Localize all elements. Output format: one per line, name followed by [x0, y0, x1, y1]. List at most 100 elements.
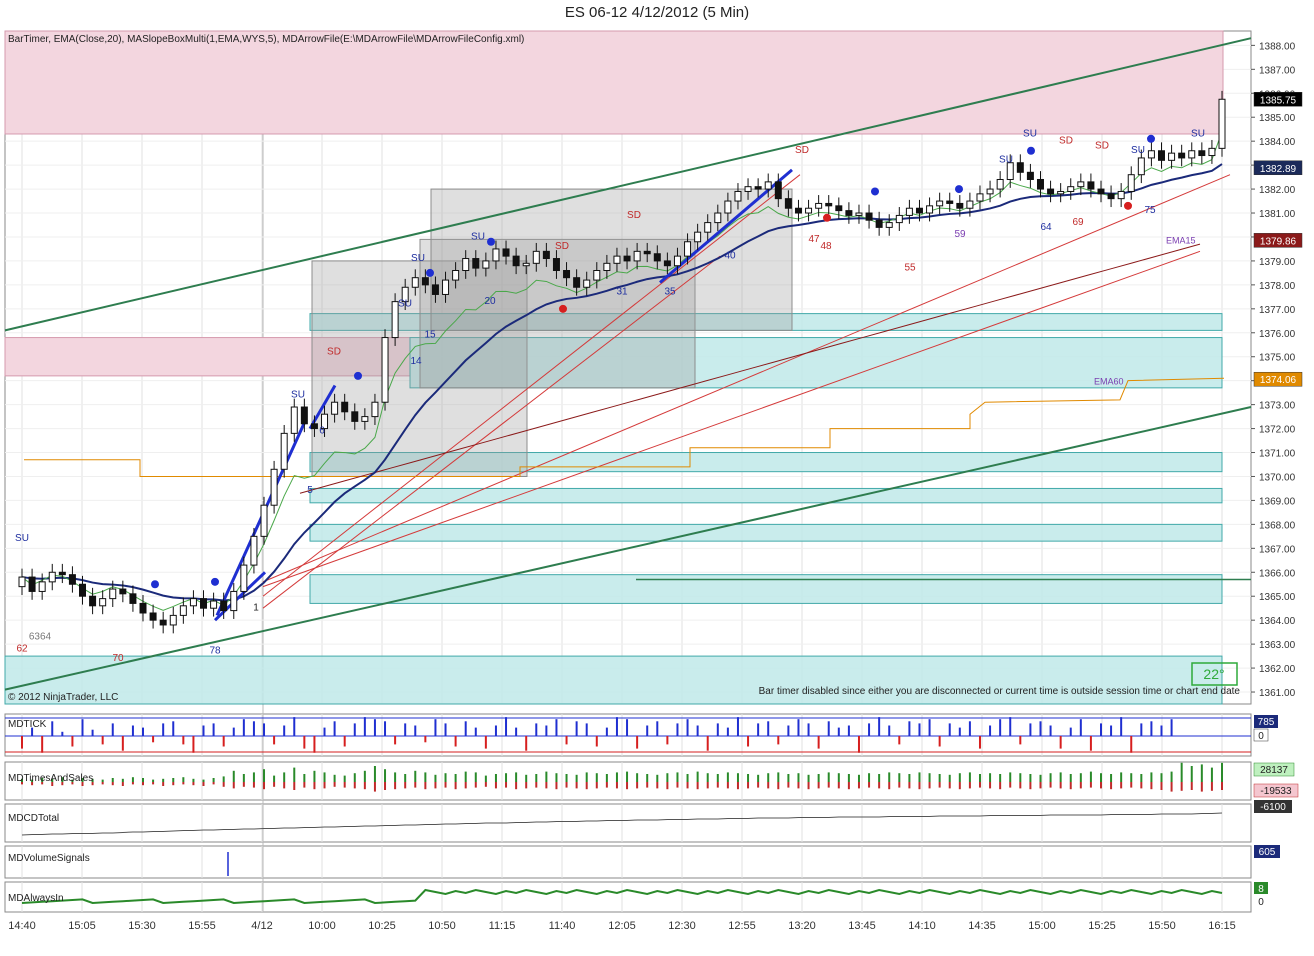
candle	[381, 329, 389, 411]
candle-body	[482, 260, 490, 269]
copyright-text: © 2012 NinjaTrader, LLC	[8, 692, 118, 703]
swing-dot	[1124, 201, 1132, 210]
candle-body	[290, 406, 298, 434]
candle-body	[79, 583, 87, 597]
candle-body	[885, 222, 893, 228]
candle-body	[200, 598, 208, 609]
candle-body	[331, 401, 339, 415]
candle-body	[300, 406, 308, 425]
bar-count-label: 20	[484, 296, 496, 307]
x-tick-label: 15:05	[68, 920, 96, 932]
candle-body	[310, 423, 318, 430]
price-marker-label: 1385.75	[1260, 95, 1297, 106]
candle-body	[895, 214, 903, 224]
y-tick-label: 1378.00	[1259, 281, 1296, 292]
candle-body	[129, 593, 137, 604]
candle-body	[1097, 188, 1105, 195]
candle-body	[946, 200, 954, 204]
candle-body	[48, 571, 56, 583]
swing-dot	[151, 580, 159, 589]
x-tick-label: 13:20	[788, 920, 816, 932]
bar-count-label: 78	[209, 646, 221, 657]
ema15-label: EMA15	[1166, 235, 1196, 245]
y-tick-label: 1384.00	[1259, 137, 1296, 148]
bar-count-label: 48	[820, 241, 832, 252]
bar-count-label: 59	[954, 229, 966, 240]
swing-label: SU	[471, 231, 485, 242]
y-tick-label: 1373.00	[1259, 401, 1296, 412]
swing-label: SU	[999, 155, 1013, 166]
candle-body	[926, 205, 934, 214]
x-tick-label: 15:50	[1148, 920, 1176, 932]
candle-body	[583, 279, 591, 288]
candle-body	[381, 337, 389, 403]
candle-body	[694, 231, 702, 243]
candle-body	[280, 432, 288, 470]
bar-count-label: 1	[253, 603, 259, 614]
y-tick-label: 1377.00	[1259, 305, 1296, 316]
candle-body	[230, 590, 238, 612]
candle-body	[512, 255, 520, 267]
candle-body	[1107, 193, 1115, 200]
bar-count-label: 69	[1072, 217, 1084, 228]
candle-body	[361, 416, 369, 422]
ema60-label: EMA60	[1094, 377, 1124, 387]
candle-body	[1137, 157, 1145, 176]
x-tick-label: 15:25	[1088, 920, 1116, 932]
candle-body	[1057, 190, 1065, 195]
candle-body	[1077, 181, 1085, 188]
candle-body	[179, 605, 187, 616]
candle-body	[1087, 181, 1095, 190]
indicator-header: BarTimer, EMA(Close,20), MASlopeBoxMulti…	[8, 34, 524, 45]
candle-body	[1188, 150, 1196, 159]
value-marker-label: 0	[1258, 731, 1264, 742]
x-tick-label: 16:15	[1208, 920, 1236, 932]
x-tick-label: 15:30	[128, 920, 156, 932]
candle-body	[704, 222, 712, 233]
price-marker-label: 1379.86	[1260, 236, 1297, 247]
candle-body	[603, 262, 611, 272]
swing-dot	[1027, 146, 1035, 155]
y-tick-label: 1371.00	[1259, 449, 1296, 460]
candle-body	[613, 255, 621, 264]
price-marker-label: 1382.89	[1260, 164, 1297, 175]
candle-body	[502, 248, 510, 257]
panel-frame	[4, 803, 1252, 843]
candle-body	[411, 277, 419, 288]
candle-body	[1067, 186, 1075, 192]
price-marker-label: 1374.06	[1260, 375, 1297, 386]
angle-label: 22°	[1203, 666, 1224, 682]
chart-window: ES 06-12 4/12/2012 (5 Min) 14:40 15:05 15:…	[0, 0, 1314, 956]
candle-body	[552, 258, 560, 272]
candle-body	[169, 614, 177, 626]
resistance-zone	[4, 30, 1224, 135]
candle-body	[905, 207, 913, 216]
candle-body	[89, 595, 97, 607]
candle-body	[764, 181, 772, 190]
candle-body	[633, 250, 641, 262]
candle-body	[1147, 150, 1155, 159]
x-tick-label: 10:50	[428, 920, 456, 932]
y-tick-label: 1387.00	[1259, 65, 1296, 76]
x-tick-label: 10:00	[308, 920, 336, 932]
swing-dot	[426, 268, 434, 277]
candle-body	[573, 277, 581, 288]
x-tick-label: 14:10	[908, 920, 936, 932]
y-tick-label: 1364.00	[1259, 616, 1296, 627]
candle-body	[996, 178, 1004, 190]
candle-body	[68, 574, 76, 585]
y-tick-label: 1388.00	[1259, 41, 1296, 52]
y-tick-label: 1376.00	[1259, 329, 1296, 340]
y-tick-label: 1362.00	[1259, 664, 1296, 675]
candle-body	[1208, 147, 1216, 157]
candle-body	[38, 581, 46, 592]
chart-canvas[interactable]: 14:40 15:05 15:30 15:55 4/12 10:00 10:25 10:50 1…	[0, 0, 1314, 956]
candle-body	[250, 535, 258, 566]
candle-body	[684, 241, 692, 257]
candle-body	[754, 186, 762, 190]
candle-body	[18, 576, 26, 588]
candle-body	[240, 564, 248, 592]
swing-label: SU	[1131, 145, 1145, 156]
candle-body	[99, 598, 107, 607]
swing-label: SU	[411, 253, 425, 264]
